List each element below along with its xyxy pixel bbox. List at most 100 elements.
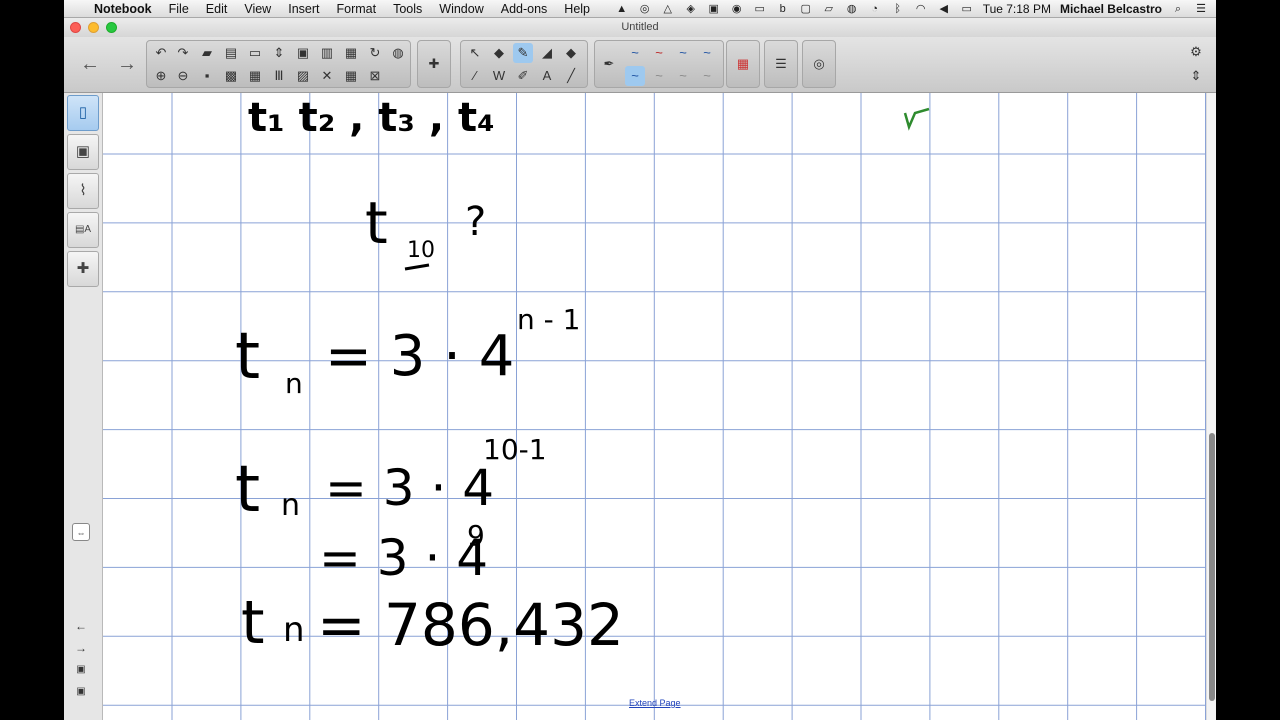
- lines-tool-icon[interactable]: Ⅲ: [269, 66, 289, 86]
- bluetooth-icon[interactable]: ᛒ: [891, 3, 905, 15]
- menu-format[interactable]: Format: [336, 2, 376, 16]
- addons-tab-icon[interactable]: ✚: [67, 251, 99, 287]
- menu-help[interactable]: Help: [564, 2, 590, 16]
- box-close-icon[interactable]: ⊠: [365, 66, 385, 86]
- notification-icon[interactable]: ▲: [615, 3, 629, 15]
- sync-icon[interactable]: ◎: [638, 3, 652, 15]
- maximize-window-button[interactable]: [106, 22, 117, 33]
- line-style-5-icon[interactable]: ~: [625, 66, 645, 86]
- accessibility-icon[interactable]: ◍: [845, 3, 859, 15]
- sidebar-previous-icon[interactable]: ←: [72, 617, 90, 635]
- ink-t: t: [365, 189, 388, 257]
- close-window-button[interactable]: [70, 22, 81, 33]
- vertical-scrollbar[interactable]: [1206, 93, 1216, 720]
- left-letterbox: [0, 0, 64, 720]
- whiteboard-page[interactable]: t₁ t₂ , t₃ , t₄ t 10 ? t n = 3 · 4 n - 1: [103, 93, 1206, 720]
- handwriting-icon[interactable]: W: [489, 66, 509, 86]
- user-name[interactable]: Michael Belcastro: [1060, 2, 1162, 16]
- open-folder-icon[interactable]: ▰: [197, 43, 217, 63]
- new-page-icon[interactable]: ⊕: [151, 66, 171, 86]
- screen-shade-icon[interactable]: ▭: [245, 43, 265, 63]
- previous-page-icon[interactable]: ←: [75, 51, 105, 77]
- spotlight-icon[interactable]: ⌕: [1171, 3, 1185, 15]
- gallery-icon[interactable]: ▩: [221, 66, 241, 86]
- color-palette-icon[interactable]: ▦: [733, 54, 753, 74]
- full-screen-icon[interactable]: ⇕: [269, 43, 289, 63]
- attachments-tab-icon[interactable]: ⌇: [67, 173, 99, 209]
- line-style-6-icon[interactable]: ~: [649, 66, 669, 86]
- settings-icon[interactable]: ⚙: [1186, 42, 1206, 62]
- circle-icon[interactable]: ◉: [730, 3, 744, 15]
- menu-window[interactable]: Window: [439, 2, 483, 16]
- line-tool-icon[interactable]: ╱: [561, 66, 581, 86]
- time-machine-icon[interactable]: ◔: [868, 3, 882, 15]
- highlighter-icon[interactable]: ✐: [513, 66, 533, 86]
- clock[interactable]: Tue 7:18 PM: [983, 2, 1051, 16]
- measure-icon[interactable]: ◍: [388, 43, 408, 63]
- close-icon[interactable]: ✕: [317, 66, 337, 86]
- notification-center-icon[interactable]: ☰: [1194, 3, 1208, 15]
- shape-tool-icon[interactable]: ◆: [561, 43, 581, 63]
- menu-tools[interactable]: Tools: [393, 2, 422, 16]
- creative-pen-icon[interactable]: ∕: [465, 66, 485, 86]
- app-status-icon[interactable]: ▣: [707, 3, 721, 15]
- scrollbar-thumb[interactable]: [1209, 433, 1215, 701]
- minimize-window-button[interactable]: [88, 22, 99, 33]
- sidebar-next-icon[interactable]: →: [72, 639, 90, 657]
- grid-icon[interactable]: ▦: [341, 66, 361, 86]
- add-page-icon[interactable]: ▣: [72, 661, 90, 679]
- drive-icon[interactable]: △: [661, 3, 675, 15]
- display-icon[interactable]: ▢: [799, 3, 813, 15]
- airplay-icon[interactable]: ▱: [822, 3, 836, 15]
- transparency-icon[interactable]: ◎: [809, 54, 829, 74]
- menu-file[interactable]: File: [169, 2, 189, 16]
- menu-view[interactable]: View: [244, 2, 271, 16]
- wifi-icon[interactable]: ◠: [914, 3, 928, 15]
- battery-icon[interactable]: ▭: [960, 3, 974, 15]
- app-menu[interactable]: Notebook: [94, 2, 152, 16]
- menu-addons[interactable]: Add-ons: [501, 2, 548, 16]
- title-bar: Untitled: [64, 18, 1216, 37]
- toolbar-move-icon[interactable]: ⇕: [1186, 66, 1206, 86]
- image-icon[interactable]: ▨: [293, 66, 313, 86]
- dropbox-icon[interactable]: ◈: [684, 3, 698, 15]
- add-ons-icon[interactable]: ✚: [424, 54, 444, 74]
- ink-subscript: n: [281, 488, 300, 523]
- delete-page-icon[interactable]: ⊖: [173, 66, 193, 86]
- document-camera-icon[interactable]: ▥: [317, 43, 337, 63]
- redo-icon[interactable]: ↷: [173, 43, 193, 63]
- pen-tool-icon[interactable]: ✎: [513, 43, 533, 63]
- volume-icon[interactable]: ◀: [937, 3, 951, 15]
- paste-icon[interactable]: ▤: [221, 43, 241, 63]
- collapse-sidebar-icon[interactable]: ⇔: [72, 523, 90, 541]
- next-page-icon[interactable]: →: [112, 51, 142, 77]
- gallery-tab-icon[interactable]: ▣: [67, 134, 99, 170]
- fill-tool-icon[interactable]: ◆: [489, 43, 509, 63]
- line-style-4-icon[interactable]: ~: [697, 43, 717, 63]
- pen-style-icon[interactable]: ✒: [599, 54, 619, 74]
- b-icon[interactable]: b: [776, 3, 790, 15]
- menu-edit[interactable]: Edit: [206, 2, 228, 16]
- pen-styles-group: ✒ ~ ~ ~ ~ ~ ~ ~ ~: [594, 40, 724, 88]
- save-icon[interactable]: ▪: [197, 66, 217, 86]
- line-thickness-icon[interactable]: ☰: [771, 54, 791, 74]
- line-style-3-icon[interactable]: ~: [673, 43, 693, 63]
- line-style-7-icon[interactable]: ~: [673, 66, 693, 86]
- line-style-1-icon[interactable]: ~: [625, 43, 645, 63]
- line-style-2-icon[interactable]: ~: [649, 43, 669, 63]
- delete-page-small-icon[interactable]: ▣: [72, 683, 90, 701]
- refresh-icon[interactable]: ↻: [365, 43, 385, 63]
- page-sorter-tab-icon[interactable]: ▯: [67, 95, 99, 131]
- eraser-tool-icon[interactable]: ◢: [537, 43, 557, 63]
- table-tool-icon[interactable]: ▦: [245, 66, 265, 86]
- properties-tab-icon[interactable]: ▤A: [67, 212, 99, 248]
- select-tool-icon[interactable]: ↖: [465, 43, 485, 63]
- undo-icon[interactable]: ↶: [151, 43, 171, 63]
- screen-icon[interactable]: ▭: [753, 3, 767, 15]
- extend-page-link[interactable]: Extend Page: [629, 698, 681, 708]
- text-tool-icon[interactable]: A: [537, 66, 557, 86]
- line-style-8-icon[interactable]: ~: [697, 66, 717, 86]
- print-icon[interactable]: ▦: [341, 43, 361, 63]
- capture-icon[interactable]: ▣: [293, 43, 313, 63]
- menu-insert[interactable]: Insert: [288, 2, 319, 16]
